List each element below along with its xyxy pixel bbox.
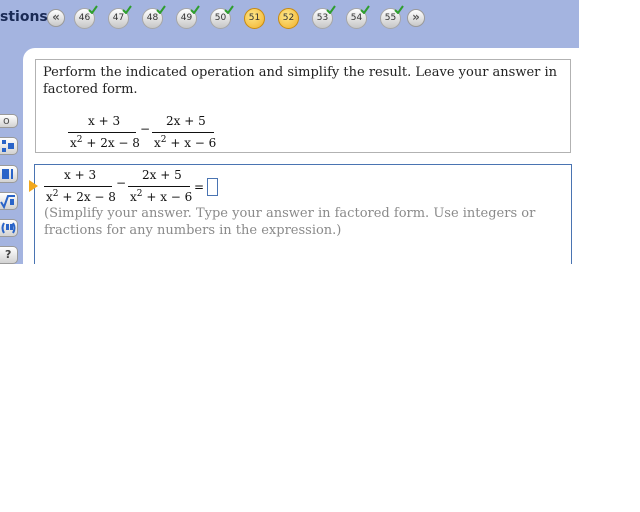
question-prompt: Perform the indicated operation and simp… (43, 65, 558, 97)
current-step-arrow-icon (29, 180, 38, 192)
fraction-template-icon (2, 140, 14, 152)
question-button-52[interactable]: 52 (278, 8, 299, 29)
question-number-label: 54 (350, 13, 363, 23)
question-number-label: 55 (384, 13, 397, 23)
interval-tool-button[interactable] (0, 219, 18, 237)
checkmark-icon (122, 5, 132, 14)
question-fraction-1-denominator: x2 + 2x − 8 (70, 135, 140, 150)
square-root-icon (0, 195, 15, 209)
answer-operator: − (116, 176, 127, 190)
answer-fraction-2-bar (128, 186, 190, 187)
question-number-label: 50 (214, 13, 227, 23)
equals-sign: = (194, 180, 205, 194)
checkmark-icon (326, 5, 336, 14)
checkmark-icon (156, 5, 166, 14)
question-nav-bar: stions « 46 47 48 49 50 51 52 53 54 55 » (0, 0, 579, 38)
question-operator: − (140, 122, 151, 136)
question-fraction-2-denominator: x2 + x − 6 (154, 135, 217, 150)
interval-icon (1, 222, 16, 234)
question-fraction-2-bar (152, 132, 214, 133)
answer-fraction-1-denominator: x2 + 2x − 8 (46, 189, 116, 204)
mixed-number-tool-button[interactable] (0, 165, 18, 183)
square-root-tool-button[interactable] (0, 192, 18, 210)
question-number-label: 52 (282, 13, 295, 23)
help-icon: ? (5, 248, 12, 261)
answer-fraction-1-bar (44, 186, 112, 187)
question-fraction-1-numerator: x + 3 (88, 114, 121, 128)
tool-button-o[interactable]: o (0, 114, 18, 128)
checkmark-icon (394, 5, 404, 14)
fraction-tool-button[interactable] (0, 137, 18, 155)
answer-fraction-2-denominator: x2 + x − 6 (130, 189, 193, 204)
mixed-number-icon (2, 169, 13, 179)
double-right-icon: » (412, 10, 420, 24)
double-left-icon: « (52, 10, 60, 24)
answer-hint: (Simplify your answer. Type your answer … (44, 206, 536, 238)
question-number-label: 49 (180, 13, 193, 23)
checkmark-icon (190, 5, 200, 14)
question-number-label: 53 (316, 13, 329, 23)
question-number-label: 47 (112, 13, 125, 23)
checkmark-icon (360, 5, 370, 14)
question-number-label: 46 (78, 13, 91, 23)
checkmark-icon (88, 5, 98, 14)
answer-fraction-1-numerator: x + 3 (64, 168, 97, 182)
tool-o-label: o (3, 114, 10, 127)
help-tool-button[interactable]: ? (0, 246, 18, 264)
question-fraction-2-numerator: 2x + 5 (166, 114, 206, 128)
answer-fraction-2: 2x + 5 x2 + x − 6 (128, 168, 193, 208)
question-number-label: 51 (248, 13, 261, 23)
answer-fraction-1: x + 3 x2 + 2x − 8 (44, 168, 116, 208)
question-button-51[interactable]: 51 (244, 8, 265, 29)
answer-input[interactable] (207, 178, 218, 196)
next-questions-button[interactable]: » (407, 9, 425, 27)
question-number-label: 48 (146, 13, 159, 23)
question-fraction-1: x + 3 x2 + 2x − 8 (68, 114, 140, 154)
answer-fraction-2-numerator: 2x + 5 (142, 168, 182, 182)
tool-palette: o ? (0, 112, 20, 264)
question-fraction-1-bar (68, 132, 136, 133)
question-fraction-2: 2x + 5 x2 + x − 6 (152, 114, 217, 154)
questions-label: stions (0, 9, 48, 25)
checkmark-icon (224, 5, 234, 14)
previous-questions-button[interactable]: « (47, 9, 65, 27)
